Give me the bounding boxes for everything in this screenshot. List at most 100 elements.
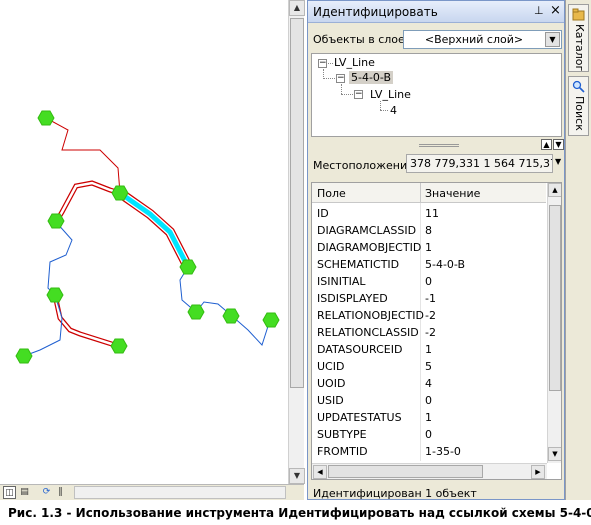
tree-node-related-layer[interactable]: LV_Line xyxy=(370,88,411,101)
pause-icon[interactable]: ‖ xyxy=(54,486,67,499)
grid-header: Поле Значение xyxy=(312,183,546,203)
field-name-cell: UOID xyxy=(317,377,346,390)
scroll-left-icon[interactable]: ◀ xyxy=(313,465,327,479)
catalog-icon xyxy=(572,8,585,21)
data-view-icon[interactable]: ▤ xyxy=(18,486,31,499)
node[interactable] xyxy=(222,308,240,324)
table-row[interactable]: UPDATESTATUS 1 xyxy=(312,409,546,426)
schematic-diagram[interactable] xyxy=(0,0,288,484)
table-row[interactable]: USID 0 xyxy=(312,392,546,409)
column-header-value[interactable]: Значение xyxy=(425,187,480,200)
location-units-dropdown-icon[interactable]: ▼ xyxy=(555,157,561,166)
grid-horizontal-scrollbar[interactable]: ◀ ▶ xyxy=(312,463,547,479)
search-icon xyxy=(572,80,585,93)
chevron-down-icon[interactable]: ▼ xyxy=(545,32,560,47)
table-row[interactable]: UOID 4 xyxy=(312,375,546,392)
node[interactable] xyxy=(47,213,65,229)
table-row[interactable]: RELATIONOBJECTID -2 xyxy=(312,307,546,324)
node[interactable] xyxy=(187,304,205,320)
location-value: 378 779,331 1 564 715,37 xyxy=(406,154,553,173)
blue-line[interactable] xyxy=(47,221,73,296)
window-title: Идентифицировать xyxy=(313,5,438,19)
collapse-icon[interactable]: − xyxy=(354,90,363,99)
scroll-down-icon[interactable]: ▼ xyxy=(548,447,561,461)
node[interactable] xyxy=(111,185,129,201)
node[interactable] xyxy=(15,348,33,364)
node[interactable] xyxy=(262,312,280,328)
table-row[interactable]: ID 11 xyxy=(312,205,546,222)
close-icon[interactable]: × xyxy=(550,3,561,18)
table-row[interactable]: DIAGRAMCLASSID 8 xyxy=(312,222,546,239)
layer-dropdown-value: <Верхний слой> xyxy=(424,33,524,46)
field-name-cell: RELATIONCLASSID xyxy=(317,326,419,339)
table-row[interactable]: DIAGRAMOBJECTID 1 xyxy=(312,239,546,256)
field-value-cell: 1 xyxy=(425,343,432,356)
field-name-cell: DATASOURCEID xyxy=(317,343,403,356)
field-name-cell: ISDISPLAYED xyxy=(317,292,388,305)
table-row[interactable]: UCID 5 xyxy=(312,358,546,375)
refresh-icon[interactable]: ⟳ xyxy=(40,486,53,499)
table-row[interactable]: ISINITIAL 0 xyxy=(312,273,546,290)
node[interactable] xyxy=(110,338,128,354)
field-name-cell: UCID xyxy=(317,360,345,373)
scroll-thumb[interactable] xyxy=(328,465,483,478)
field-value-cell: 4 xyxy=(425,377,432,390)
node[interactable] xyxy=(37,110,55,126)
field-value-cell: 5 xyxy=(425,360,432,373)
field-name-cell: FROMTID xyxy=(317,445,368,458)
tree-node-layer[interactable]: LV_Line xyxy=(334,56,375,69)
lv-line-lower[interactable] xyxy=(52,294,119,349)
field-name-cell: ISINITIAL xyxy=(317,275,366,288)
map-view[interactable]: ▲ ▼ ◫ ▤ ⟳ ‖ xyxy=(0,0,305,500)
field-value-cell: 5-4-0-B xyxy=(425,258,466,271)
table-row[interactable]: DATASOURCEID 1 xyxy=(312,341,546,358)
layer-dropdown[interactable]: <Верхний слой> ▼ xyxy=(403,30,562,49)
map-statusbar: ◫ ▤ ⟳ ‖ xyxy=(0,484,304,500)
layout-view-icon[interactable]: ◫ xyxy=(3,486,16,499)
results-tree[interactable]: − LV_Line − 5-4-0-B − LV_Line 4 xyxy=(311,53,562,137)
collapse-icon[interactable]: − xyxy=(336,74,345,83)
layer-label: Объекты в слое: xyxy=(313,33,409,46)
scroll-thumb[interactable] xyxy=(549,205,561,391)
lv-line-segment[interactable] xyxy=(45,117,121,194)
field-name-cell: UPDATESTATUS xyxy=(317,411,402,424)
tree-node-link-selected[interactable]: 5-4-0-B xyxy=(349,71,394,84)
attribute-grid[interactable]: Поле Значение ID 11 DIAGRAMCLASSID 8 DIAGRAM… xyxy=(311,182,562,480)
expand-down-icon[interactable]: ▼ xyxy=(553,139,564,150)
field-name-cell: SCHEMATICTID xyxy=(317,258,400,271)
node[interactable] xyxy=(179,259,197,275)
field-value-cell: 1 xyxy=(425,411,432,424)
table-row[interactable]: FROMTID 1-35-0 xyxy=(312,443,546,460)
grid-vertical-scrollbar[interactable]: ▲ ▼ xyxy=(547,183,561,463)
map-vertical-scrollbar[interactable]: ▲ ▼ xyxy=(288,0,305,484)
scroll-up-icon[interactable]: ▲ xyxy=(289,0,305,16)
field-value-cell: -2 xyxy=(425,326,436,339)
scroll-thumb[interactable] xyxy=(290,18,304,388)
identify-window: Идентифицировать ⊥ × Объекты в слое: <Ве… xyxy=(307,0,565,500)
splitter-grip[interactable] xyxy=(419,144,459,147)
field-value-cell: 0 xyxy=(425,394,432,407)
tab-catalog[interactable]: Каталог xyxy=(568,4,589,72)
pin-icon[interactable]: ⊥ xyxy=(534,4,544,17)
scroll-down-icon[interactable]: ▼ xyxy=(289,468,305,484)
dock-tab-strip: Каталог Поиск xyxy=(565,0,591,500)
field-value-cell: 0 xyxy=(425,275,432,288)
tree-node-feature[interactable]: 4 xyxy=(390,104,397,117)
field-name-cell: DIAGRAMOBJECTID xyxy=(317,241,422,254)
field-name-cell: DIAGRAMCLASSID xyxy=(317,224,417,237)
expand-up-icon[interactable]: ▲ xyxy=(541,139,552,150)
node[interactable] xyxy=(46,287,64,303)
panel-splitter[interactable]: ▲ ▼ xyxy=(311,139,564,153)
tab-search[interactable]: Поиск xyxy=(568,76,589,136)
column-header-field[interactable]: Поле xyxy=(317,187,346,200)
table-row[interactable]: SCHEMATICTID 5-4-0-B xyxy=(312,256,546,273)
tab-label: Поиск xyxy=(573,96,586,131)
table-row[interactable]: ISDISPLAYED -1 xyxy=(312,290,546,307)
table-row[interactable]: SUBTYPE 0 xyxy=(312,426,546,443)
map-horizontal-scrollbar[interactable] xyxy=(74,486,286,499)
field-value-cell: 11 xyxy=(425,207,439,220)
scroll-up-icon[interactable]: ▲ xyxy=(548,183,561,197)
collapse-icon[interactable]: − xyxy=(318,59,327,68)
table-row[interactable]: RELATIONCLASSID -2 xyxy=(312,324,546,341)
scroll-right-icon[interactable]: ▶ xyxy=(531,465,545,479)
